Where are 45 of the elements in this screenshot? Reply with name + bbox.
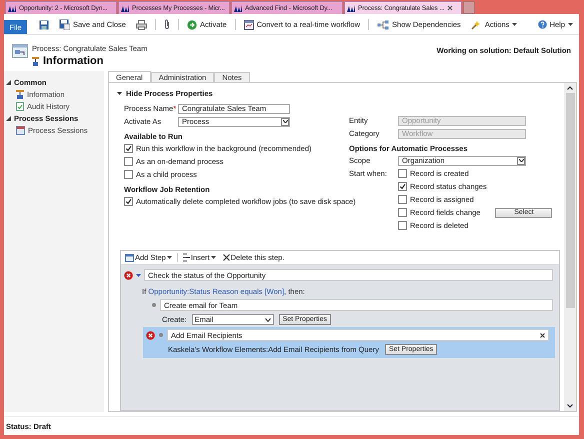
checkbox[interactable] bbox=[124, 157, 133, 166]
scrollbar[interactable] bbox=[564, 83, 576, 411]
bullet-icon bbox=[159, 333, 163, 337]
bar-chart-logo-icon bbox=[121, 4, 130, 12]
checkbox[interactable] bbox=[398, 182, 407, 191]
process-icon bbox=[16, 90, 24, 98]
hand-wand-icon[interactable] bbox=[470, 20, 482, 30]
add-step-icon[interactable] bbox=[125, 254, 134, 262]
document-icon bbox=[16, 102, 24, 110]
check-icon bbox=[399, 183, 406, 190]
bar-chart-logo-icon bbox=[234, 4, 243, 12]
expanded-triangle-icon[interactable] bbox=[6, 116, 11, 121]
caret-icon bbox=[166, 256, 172, 259]
checkbox[interactable] bbox=[398, 221, 407, 230]
checkbox[interactable] bbox=[398, 208, 407, 217]
help-icon bbox=[538, 20, 547, 29]
insert-icon[interactable] bbox=[182, 253, 190, 262]
chevron-up-icon[interactable] bbox=[567, 86, 573, 90]
expanded-triangle-icon[interactable] bbox=[6, 80, 11, 85]
checkbox[interactable] bbox=[398, 195, 407, 204]
arrow-circle-icon[interactable] bbox=[186, 20, 197, 30]
chevron-down-icon[interactable] bbox=[567, 404, 573, 408]
caret-icon bbox=[568, 23, 573, 26]
delete-icon[interactable] bbox=[222, 254, 230, 261]
window-icon[interactable] bbox=[244, 20, 254, 30]
expanded-triangle-icon[interactable] bbox=[117, 90, 122, 96]
page-title: Information bbox=[43, 55, 104, 67]
check-icon bbox=[125, 198, 132, 205]
check-icon bbox=[125, 145, 132, 152]
calendar-icon bbox=[16, 126, 25, 134]
checkbox[interactable] bbox=[398, 169, 407, 178]
bullet-icon bbox=[152, 303, 156, 307]
checkbox[interactable] bbox=[124, 197, 133, 206]
caret-icon bbox=[136, 274, 141, 276]
bar-chart-logo-icon bbox=[347, 4, 356, 12]
checkbox[interactable] bbox=[124, 144, 133, 153]
close-icon[interactable] bbox=[446, 5, 453, 11]
bar-chart-logo-icon bbox=[8, 4, 17, 12]
close-icon[interactable] bbox=[540, 332, 545, 338]
caret-icon bbox=[210, 256, 216, 259]
caret-icon bbox=[512, 23, 518, 26]
process-icon bbox=[32, 56, 39, 66]
diagram-icon[interactable] bbox=[377, 20, 390, 30]
process-window-icon bbox=[12, 44, 28, 59]
checkbox[interactable] bbox=[124, 170, 133, 179]
